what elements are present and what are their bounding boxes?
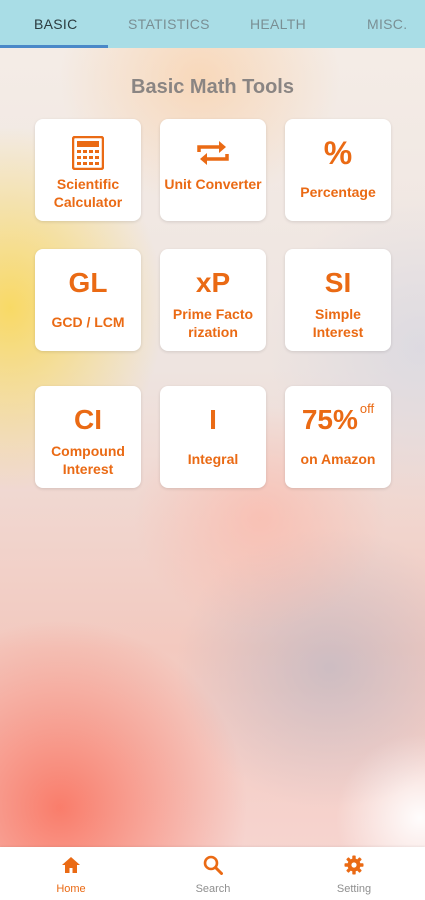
tab-basic[interactable]: BASIC [34,0,78,48]
discount-glyph: 75% off [301,400,375,436]
off-label: off [359,400,375,416]
nav-home[interactable]: Home [21,847,121,900]
tool-gcd-lcm[interactable]: GL GCD / LCM [35,249,141,351]
percent-glyph: % [323,134,353,171]
tool-percentage[interactable]: % Percentage [285,119,391,221]
nav-label: Setting [336,883,372,895]
integral-glyph: I [209,404,217,435]
calculator-icon [35,133,141,173]
tool-simple-interest[interactable]: SI Simple Interest [285,249,391,351]
tool-unit-converter[interactable]: Unit Converter [160,119,266,221]
tool-integral[interactable]: I Integral [160,386,266,488]
tab-health[interactable]: HEALTH [250,0,306,48]
tool-label: on Amazon [300,451,376,467]
page-title: Basic Math Tools [131,76,294,98]
tab-statistics[interactable]: STATISTICS [128,0,210,48]
top-tab-bar: BASIC STATISTICS HEALTH MISC. [0,0,425,48]
home-icon [61,855,81,875]
si-glyph: SI [324,267,352,298]
nav-setting[interactable]: Setting [304,847,404,900]
tool-label: Scientific Calculator [53,176,123,210]
tool-label: Prime Facto rization [172,306,254,340]
ci-glyph: CI [74,404,102,435]
tool-label: Compound Interest [51,443,125,477]
gear-icon [344,855,364,875]
convert-arrows-icon [160,133,266,173]
nav-label: Search [195,883,231,895]
search-icon [203,855,223,875]
gl-glyph: GL [68,267,108,298]
tool-label: Integral [187,451,239,467]
tool-label: Percentage [300,184,376,200]
nav-search[interactable]: Search [163,847,263,900]
tool-label: Simple Interest [312,306,364,340]
tool-label: Unit Converter [164,176,262,192]
amazon-offer-card[interactable]: 75% off on Amazon [285,386,391,488]
tool-scientific-calculator[interactable]: Scientific Calculator [35,119,141,221]
xp-glyph: xP [195,267,231,298]
active-tab-indicator [0,45,108,48]
tab-misc[interactable]: MISC. [367,0,407,48]
tool-label: GCD / LCM [51,314,125,330]
nav-label: Home [56,883,86,895]
bottom-navigation: Home Search Setting [0,847,425,900]
tool-compound-interest[interactable]: CI Compound Interest [35,386,141,488]
tool-prime-factorization[interactable]: xP Prime Facto rization [160,249,266,351]
